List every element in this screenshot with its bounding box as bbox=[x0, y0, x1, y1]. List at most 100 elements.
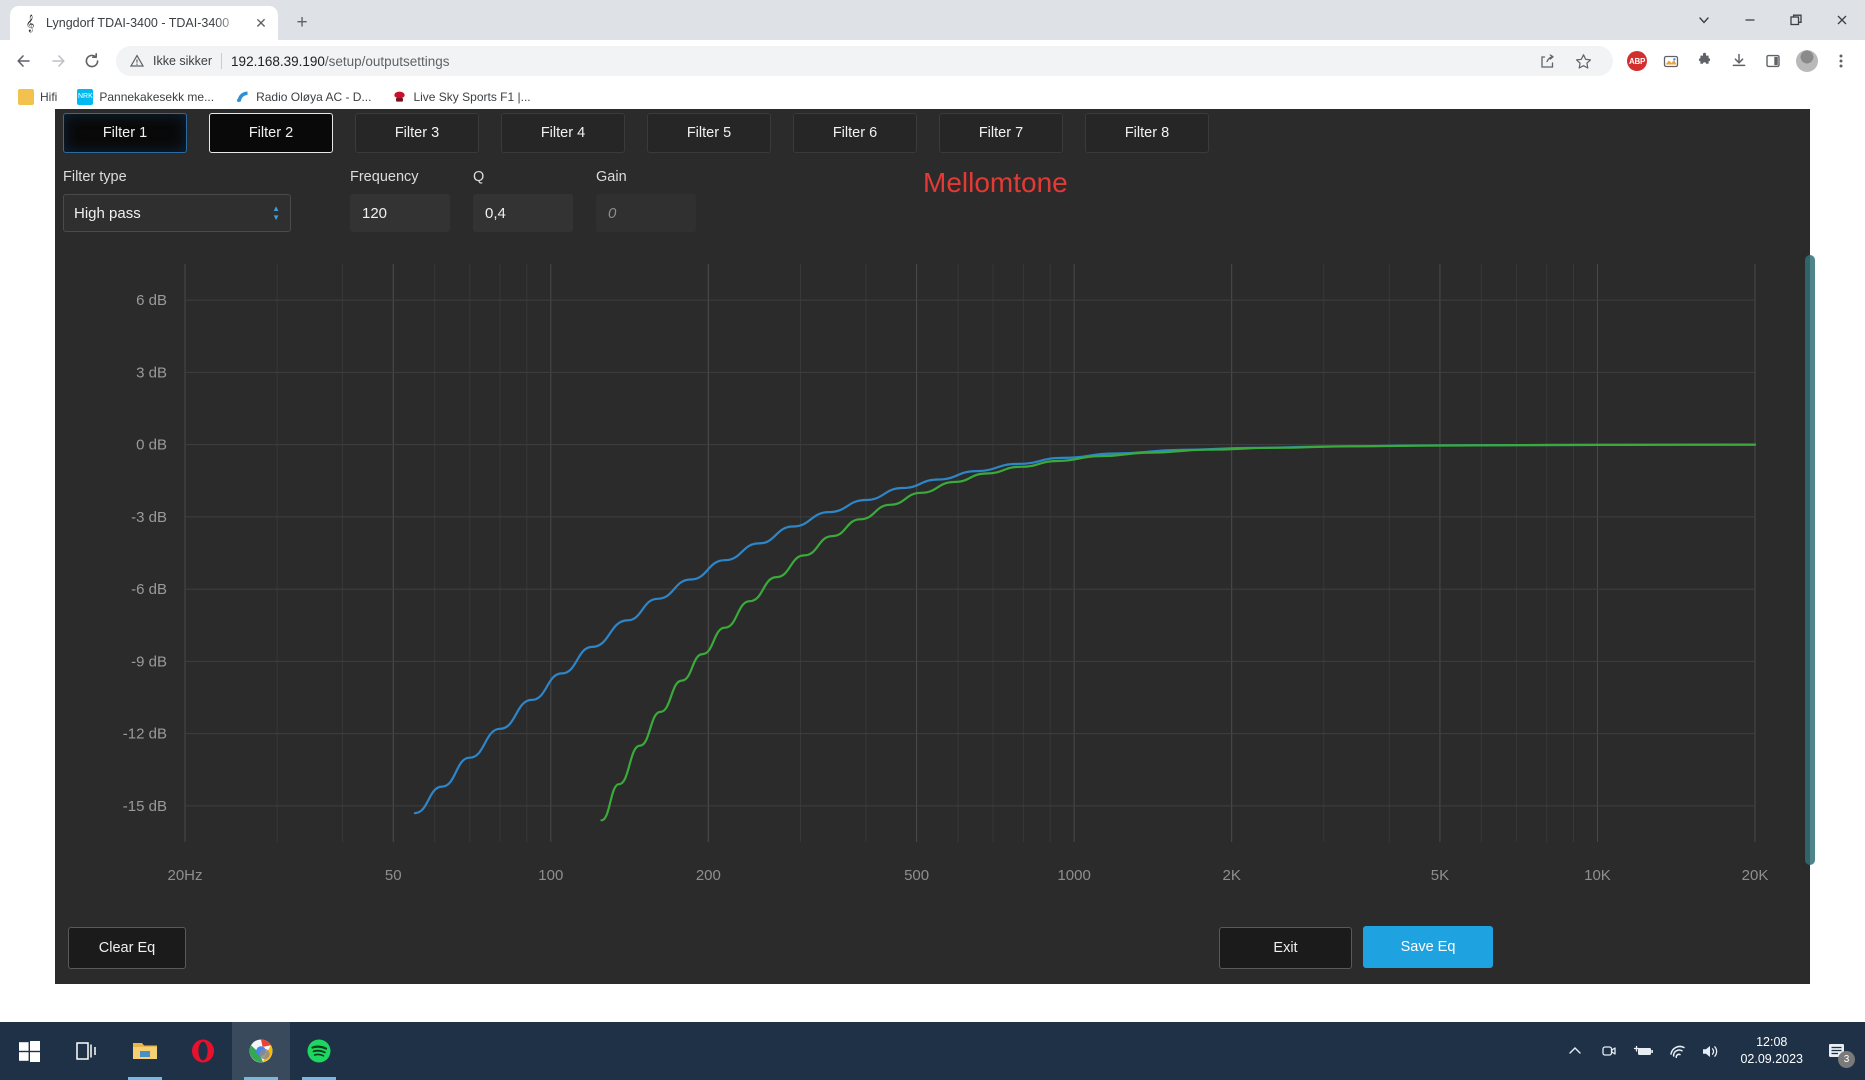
omnibox-actions bbox=[1531, 45, 1599, 77]
page-scrollbar[interactable] bbox=[1805, 255, 1815, 865]
clear-eq-button[interactable]: Clear Eq bbox=[68, 927, 186, 969]
music-note-icon: 𝄞 bbox=[25, 14, 35, 32]
task-view-button[interactable] bbox=[58, 1022, 116, 1080]
close-window-button[interactable] bbox=[1819, 3, 1865, 37]
browser-tab[interactable]: 𝄞 Lyngdorf TDAI-3400 - TDAI-3400 ✕ bbox=[10, 6, 278, 40]
q-input[interactable]: 0,4 bbox=[473, 194, 573, 232]
chevron-up-icon[interactable] bbox=[1558, 1022, 1592, 1080]
warning-triangle-icon bbox=[130, 54, 144, 68]
three-dot-menu-icon[interactable] bbox=[1825, 45, 1857, 77]
filter-tab-6[interactable]: Filter 6 bbox=[793, 113, 917, 153]
adblock-label: ABP bbox=[1627, 51, 1647, 71]
gain-group: Gain 0 bbox=[596, 169, 696, 232]
chevron-down-icon[interactable] bbox=[1681, 3, 1727, 37]
tab-title: Lyngdorf TDAI-3400 - TDAI-3400 bbox=[46, 16, 230, 30]
eq-app: Filter 1 Filter 2 Filter 3 Filter 4 Filt… bbox=[55, 109, 1810, 984]
download-icon[interactable] bbox=[1723, 45, 1755, 77]
bookmark-item-radio[interactable]: Radio Oløya AC - D... bbox=[226, 86, 379, 108]
taskbar-items bbox=[0, 1022, 348, 1080]
restore-button[interactable] bbox=[1773, 3, 1819, 37]
exit-button[interactable]: Exit bbox=[1219, 927, 1352, 969]
puzzle-icon[interactable] bbox=[1689, 45, 1721, 77]
chart-ytick-label: 0 dB bbox=[136, 437, 167, 454]
f1-icon bbox=[391, 89, 407, 105]
chart-ytick-label: 3 dB bbox=[136, 364, 167, 381]
wifi-icon[interactable] bbox=[1660, 1022, 1694, 1080]
save-eq-button[interactable]: Save Eq bbox=[1363, 926, 1493, 968]
share-icon[interactable] bbox=[1531, 45, 1563, 77]
star-icon[interactable] bbox=[1567, 45, 1599, 77]
filter-tab-bar: Filter 1 Filter 2 Filter 3 Filter 4 Filt… bbox=[55, 109, 1810, 157]
close-icon[interactable]: ✕ bbox=[252, 14, 270, 32]
spotify-button[interactable] bbox=[290, 1022, 348, 1080]
preset-name-label: Mellomtone bbox=[923, 167, 1068, 198]
side-panel-icon[interactable] bbox=[1757, 45, 1789, 77]
filter-tab-8[interactable]: Filter 8 bbox=[1085, 113, 1209, 153]
start-button[interactable] bbox=[0, 1022, 58, 1080]
omnibox-divider bbox=[221, 53, 223, 69]
spinner-icon[interactable]: ▲ ▼ bbox=[272, 205, 280, 222]
frequency-input[interactable]: 120 bbox=[350, 194, 450, 232]
chart-xtick-label: 1000 bbox=[1057, 867, 1090, 884]
forward-button[interactable] bbox=[42, 45, 74, 77]
profile-avatar bbox=[1796, 50, 1818, 72]
camera-icon[interactable] bbox=[1592, 1022, 1626, 1080]
browser-toolbar: Ikke sikker 192.168.39.190/setup/outputs… bbox=[0, 40, 1865, 82]
filter-tab-5[interactable]: Filter 5 bbox=[647, 113, 771, 153]
filter-type-value: High pass bbox=[74, 204, 141, 222]
photo-stack-icon[interactable] bbox=[1655, 45, 1687, 77]
url-path: /setup/outputsettings bbox=[324, 53, 450, 69]
rss-icon bbox=[234, 89, 250, 105]
back-button[interactable] bbox=[8, 45, 40, 77]
bookmark-item-skysports[interactable]: Live Sky Sports F1 |... bbox=[383, 86, 538, 108]
chart-xtick-label: 50 bbox=[385, 867, 402, 884]
chart-xtick-label: 20K bbox=[1742, 867, 1769, 884]
address-bar[interactable]: Ikke sikker 192.168.39.190/setup/outputs… bbox=[116, 46, 1613, 76]
new-tab-button[interactable]: + bbox=[288, 9, 316, 37]
filter-controls: Filter type High pass ▲ ▼ Frequency 120 Q… bbox=[55, 157, 1810, 252]
notification-icon[interactable]: 3 bbox=[1815, 1022, 1859, 1080]
folder-icon bbox=[18, 88, 34, 105]
file-explorer-button[interactable] bbox=[116, 1022, 174, 1080]
q-group: Q 0,4 bbox=[473, 169, 573, 232]
window-controls bbox=[1681, 0, 1865, 40]
filter-tab-4[interactable]: Filter 4 bbox=[501, 113, 625, 153]
filter-tab-3[interactable]: Filter 3 bbox=[355, 113, 479, 153]
chrome-button[interactable] bbox=[232, 1022, 290, 1080]
notification-badge: 3 bbox=[1838, 1051, 1855, 1068]
filter-tab-2[interactable]: Filter 2 bbox=[209, 113, 333, 153]
chart-xtick-label: 500 bbox=[904, 867, 929, 884]
filter-tab-1[interactable]: Filter 1 bbox=[63, 113, 187, 153]
chart-ytick-label: -12 dB bbox=[123, 726, 167, 743]
chart-xtick-label: 20Hz bbox=[167, 867, 202, 884]
minimize-button[interactable] bbox=[1727, 3, 1773, 37]
opera-button[interactable] bbox=[174, 1022, 232, 1080]
browser-window: 𝄞 Lyngdorf TDAI-3400 - TDAI-3400 ✕ + Ikk… bbox=[0, 0, 1865, 1022]
security-status-text: Ikke sikker bbox=[153, 54, 213, 68]
bookmark-item-hifi[interactable]: Hifi bbox=[10, 86, 65, 108]
filter-type-label: Filter type bbox=[63, 169, 127, 185]
url-host: 192.168.39.190 bbox=[231, 53, 325, 69]
bookmark-label: Live Sky Sports F1 |... bbox=[413, 89, 531, 104]
frequency-label: Frequency bbox=[350, 169, 419, 185]
eq-response-chart: 6 dB 3 dB 0 dB -3 dB -6 dB -9 dB -12 dB -15 dB 2… bbox=[55, 252, 1810, 917]
chart-ytick-label: -6 dB bbox=[131, 581, 167, 598]
nrk-icon: NRK bbox=[77, 88, 94, 105]
clock[interactable]: 12:08 02.09.2023 bbox=[1728, 1034, 1815, 1068]
speaker-icon[interactable] bbox=[1694, 1022, 1728, 1080]
avatar[interactable] bbox=[1791, 45, 1823, 77]
system-tray: 12:08 02.09.2023 3 bbox=[1558, 1022, 1865, 1080]
tab-strip: 𝄞 Lyngdorf TDAI-3400 - TDAI-3400 ✕ + bbox=[0, 0, 1865, 40]
battery-charging-icon[interactable] bbox=[1626, 1022, 1660, 1080]
chart-ytick-label: -3 dB bbox=[131, 509, 167, 526]
filter-type-select[interactable]: High pass ▲ ▼ bbox=[63, 194, 291, 232]
gain-input[interactable]: 0 bbox=[596, 194, 696, 232]
chart-xtick-label: 2K bbox=[1222, 867, 1240, 884]
bookmark-item-pannekakesekk[interactable]: NRK Pannekakesekk me... bbox=[69, 86, 222, 108]
reload-button[interactable] bbox=[76, 45, 108, 77]
adblock-plus-icon[interactable]: ABP bbox=[1621, 45, 1653, 77]
bookmark-label: Hifi bbox=[40, 89, 58, 104]
filter-tab-7[interactable]: Filter 7 bbox=[939, 113, 1063, 153]
chart-svg: 6 dB 3 dB 0 dB -3 dB -6 dB -9 dB -12 dB -15 dB 2… bbox=[123, 264, 1769, 884]
chart-ytick-label: -9 dB bbox=[131, 653, 167, 670]
